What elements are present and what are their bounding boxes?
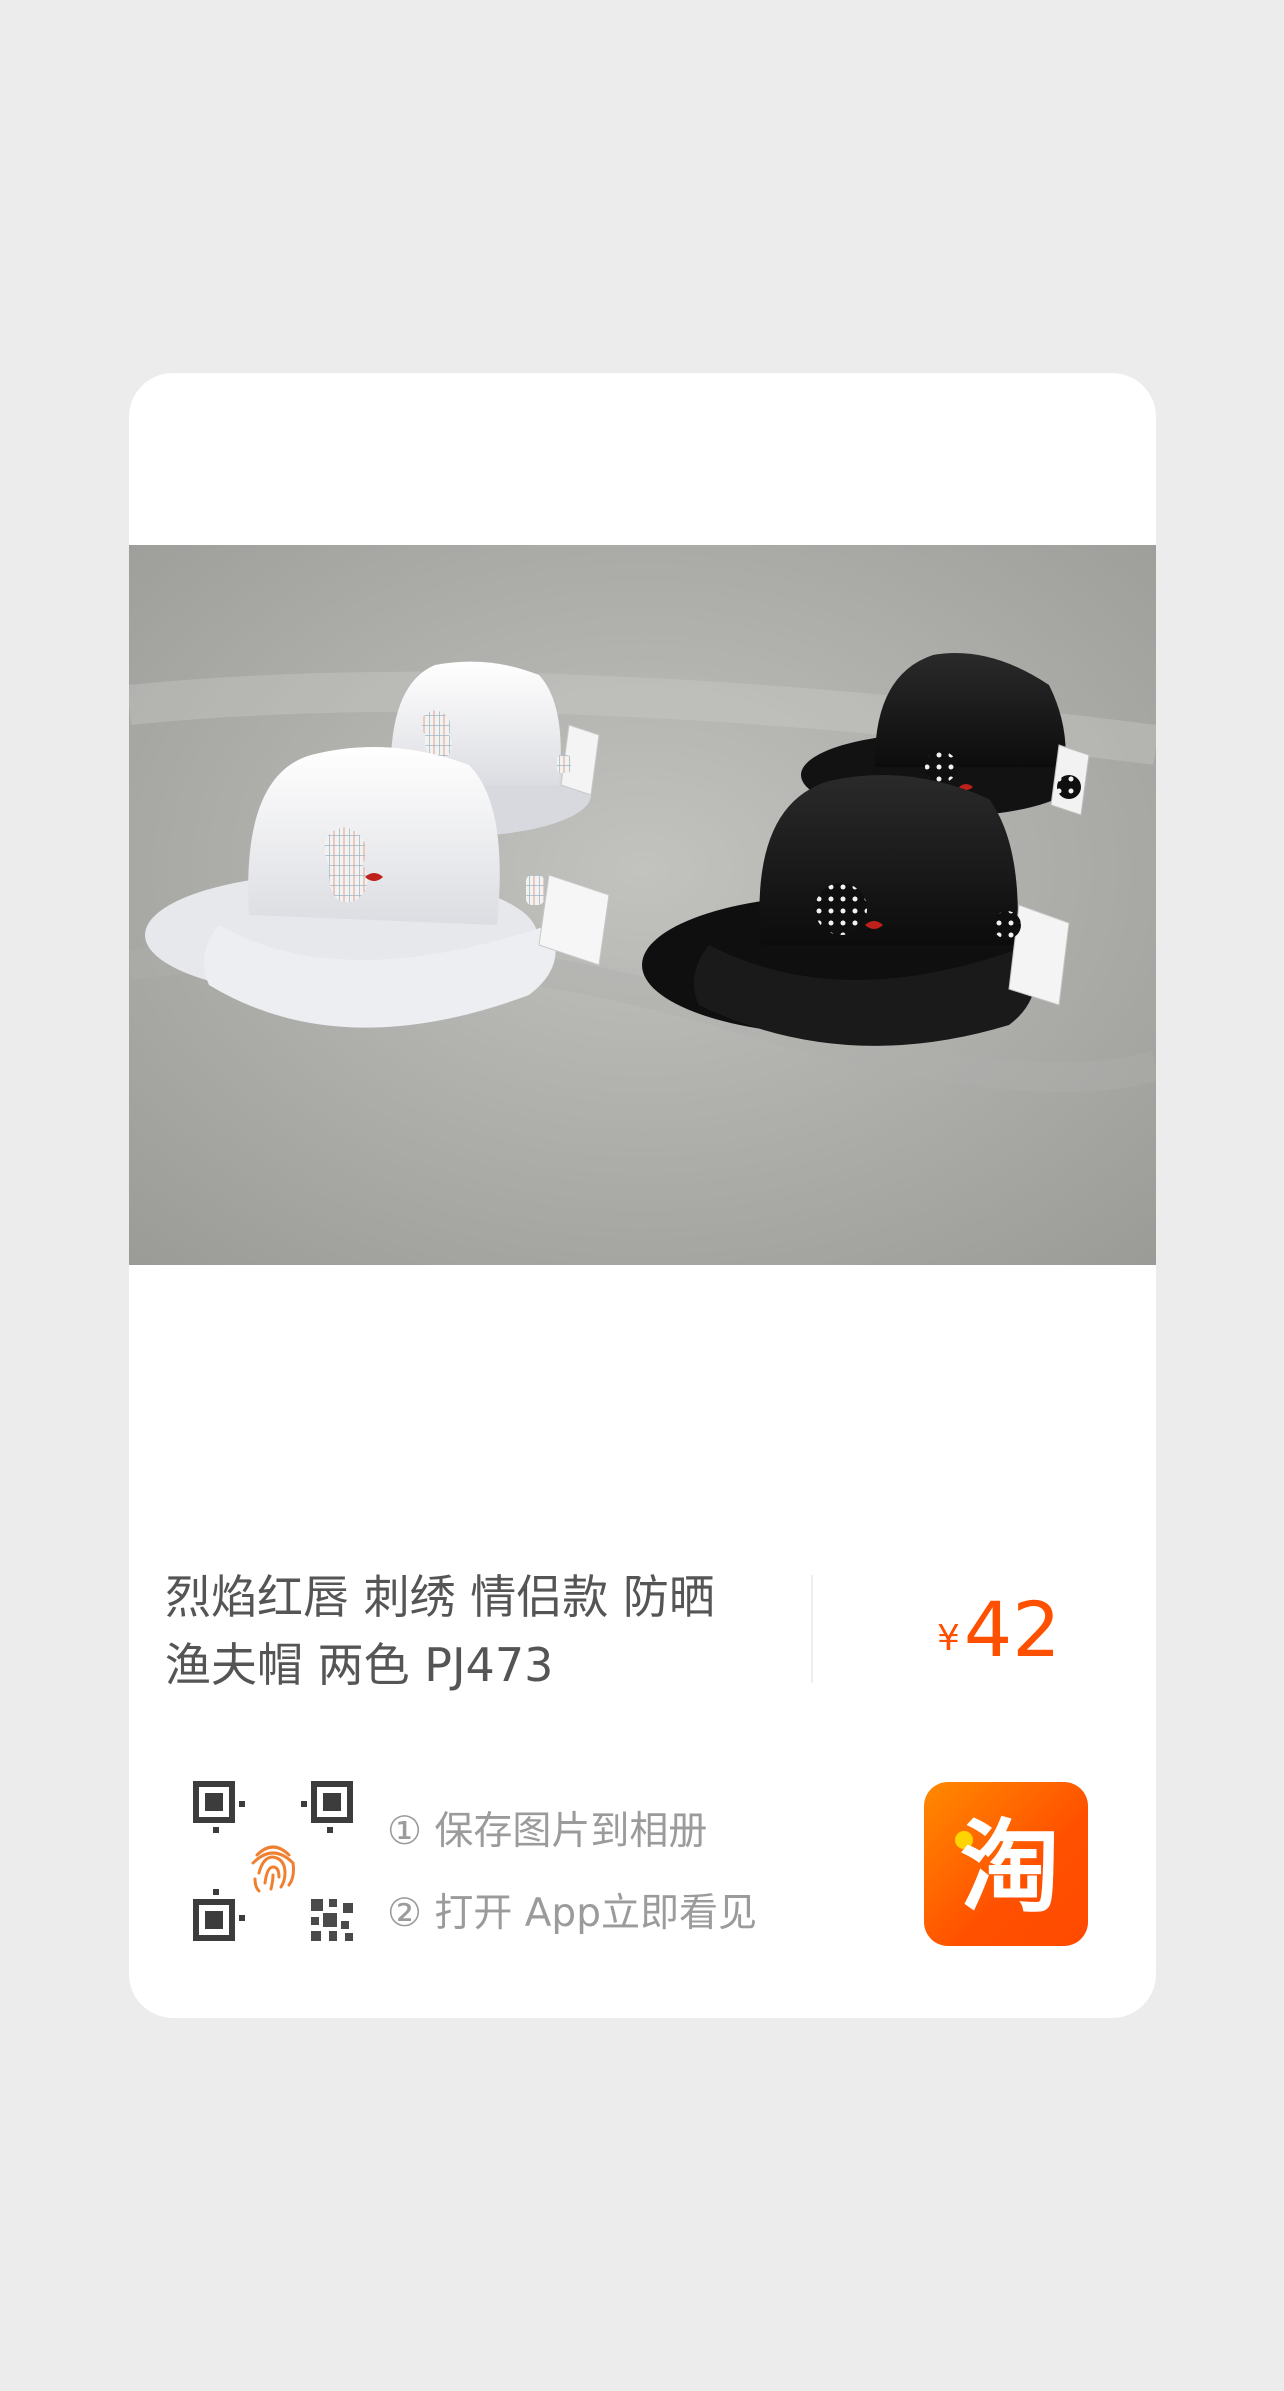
divider	[811, 1575, 813, 1683]
product-title: 烈焰红唇 刺绣 情侣款 防晒 渔夫帽 两色 PJ473	[165, 1563, 805, 1699]
fingerprint-icon	[251, 1845, 295, 1893]
taobao-logo-icon[interactable]: 淘	[924, 1782, 1088, 1946]
qr-code-icon[interactable]	[193, 1781, 353, 1941]
share-card: 烈焰红唇 刺绣 情侣款 防晒 渔夫帽 两色 PJ473 ¥42 ① 保存图片到相…	[129, 373, 1156, 2018]
share-steps: ① 保存图片到相册 ② 打开 App立即看见	[387, 1791, 757, 1955]
step-save-image: ① 保存图片到相册	[387, 1809, 708, 1854]
price-value: 42	[963, 1585, 1061, 1674]
taobao-logo-text: 淘	[960, 1809, 1060, 1926]
product-price: ¥42	[937, 1585, 1061, 1675]
currency-symbol: ¥	[937, 1618, 960, 1659]
product-title-line-1: 烈焰红唇 刺绣 情侣款 防晒	[165, 1570, 715, 1624]
product-title-line-2: 渔夫帽 两色 PJ473	[165, 1638, 554, 1692]
product-image[interactable]	[129, 545, 1156, 1265]
step-open-app: ② 打开 App立即看见	[387, 1891, 757, 1936]
